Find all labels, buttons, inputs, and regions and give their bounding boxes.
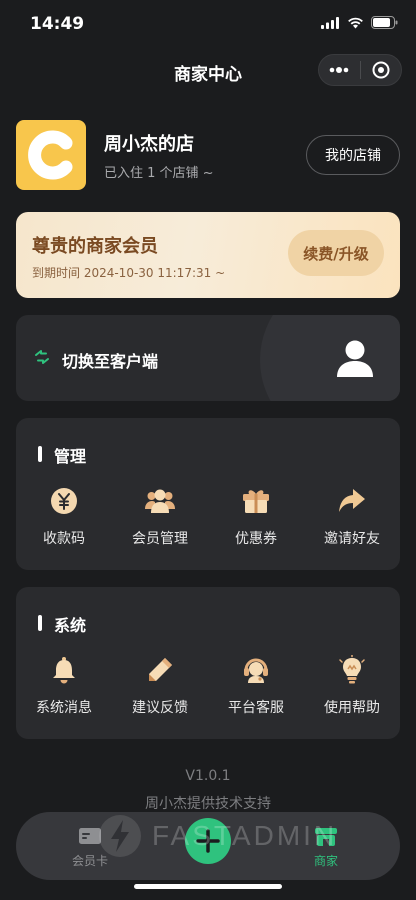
grid-item-payment-code[interactable]: 收款码 [16,486,112,552]
shop-name: 周小杰的店 [104,134,194,155]
person-icon [337,340,373,377]
system-panel: 系统 系统消息 建议反馈 平台客服 使用帮助 [16,587,400,739]
status-icons [321,16,398,29]
grid-label: 优惠券 [235,531,277,547]
system-grid: 系统消息 建议反馈 平台客服 使用帮助 [16,655,400,721]
shop-logo [16,120,86,190]
grid-item-feedback[interactable]: 建议反馈 [112,655,208,721]
close-miniapp-button[interactable] [361,55,402,85]
vip-expire-date: 到期时间 2024-10-30 11:17:31 ~ [32,266,226,280]
grid-item-system-messages[interactable]: 系统消息 [16,655,112,721]
tab-member-card[interactable]: 会员卡 [40,812,140,880]
grid-label: 系统消息 [36,700,92,716]
grid-label: 邀请好友 [324,531,380,547]
status-bar: 14:49 [0,0,416,48]
switch-arrows-icon [35,350,49,364]
tab-merchant[interactable]: 商家 [276,812,376,880]
bell-icon [49,655,79,685]
grid-item-customer-service[interactable]: 平台客服 [208,655,304,721]
renew-upgrade-button[interactable]: 续费/升级 [288,230,384,276]
headset-icon [241,655,271,685]
shop-header: 周小杰的店 已入住 1 个店铺 ~ 我的店铺 [16,118,400,190]
target-circle-icon [372,61,390,79]
switch-label: 切换至客户端 [62,352,159,371]
vip-title: 尊贵的商家会员 [32,236,158,257]
grid-label: 会员管理 [132,531,188,547]
grid-item-coupons[interactable]: 优惠券 [208,486,304,552]
tab-member-card-label: 会员卡 [71,854,108,868]
shop-logo-c-icon [28,130,73,180]
switch-to-client-card[interactable]: 切换至客户端 [16,315,400,401]
signal-icon [321,16,339,29]
tech-support-text: 周小杰提供技术支持 [145,796,271,812]
tab-merchant-label: 商家 [313,854,338,868]
status-time: 14:49 [30,14,85,34]
lightbulb-icon [337,655,367,685]
bottom-tab-bar: 会员卡 商家 [16,812,400,880]
manage-grid: 收款码 会员管理 优惠券 邀请好友 [16,486,400,552]
coupon-gift-icon [241,486,271,516]
wifi-icon [348,17,363,28]
section-marker [38,615,42,631]
plus-icon [196,829,220,853]
grid-label: 收款码 [43,531,85,547]
add-button[interactable] [185,818,231,864]
more-dots-icon [329,67,349,73]
yen-coin-icon [49,486,79,516]
grid-item-help[interactable]: 使用帮助 [304,655,400,721]
app-version: V1.0.1 [185,768,231,784]
grid-label: 建议反馈 [132,700,188,716]
grid-item-invite-friends[interactable]: 邀请好友 [304,486,400,552]
grid-label: 使用帮助 [324,700,380,716]
manage-panel: 管理 收款码 会员管理 优惠券 邀请好友 [16,418,400,570]
grid-label: 平台客服 [228,700,284,716]
vip-membership-card[interactable]: 尊贵的商家会员 到期时间 2024-10-30 11:17:31 ~ 续费/升级 [16,212,400,298]
home-indicator [134,884,282,889]
merchant-store-icon [315,828,337,846]
more-button[interactable] [319,55,360,85]
grid-item-member-management[interactable]: 会员管理 [112,486,208,552]
nav-bar: 商家中心 [0,48,416,94]
my-shop-button[interactable]: 我的店铺 [306,135,400,175]
section-marker [38,446,42,462]
members-icon [145,486,175,516]
share-arrow-icon [337,486,367,516]
decorative-circle [260,315,400,401]
member-card-icon [79,828,101,844]
shop-count[interactable]: 已入住 1 个店铺 ~ [104,162,214,181]
mini-program-capsule [318,54,402,86]
manage-title: 管理 [54,447,87,466]
battery-icon [371,16,398,29]
system-title: 系统 [54,616,87,635]
pencil-icon [145,655,175,685]
